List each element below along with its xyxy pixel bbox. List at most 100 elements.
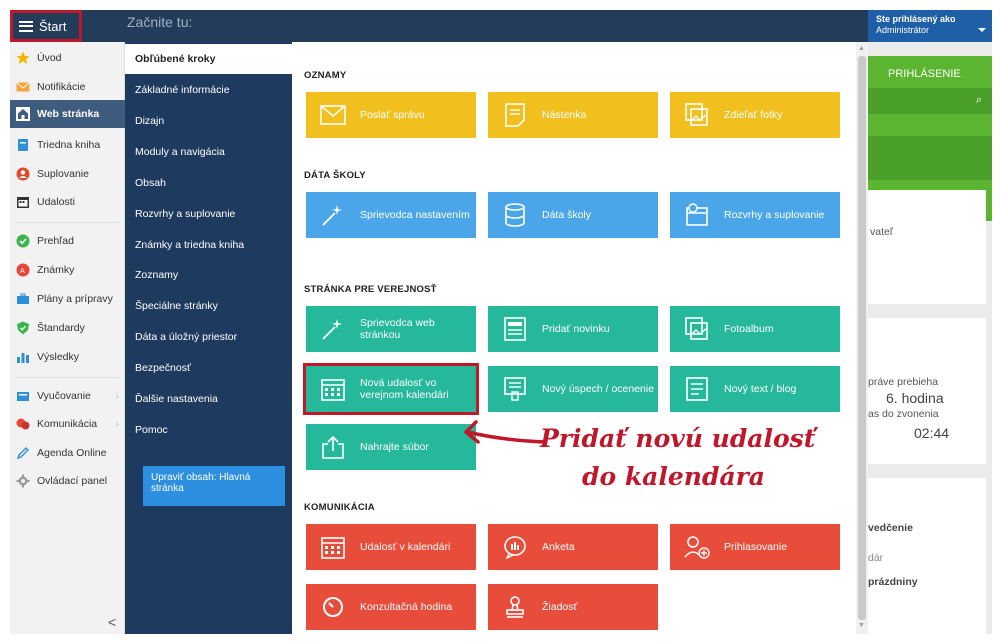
sidebar-item-triedna-kniha[interactable]: Triedna kniha: [10, 131, 125, 159]
sidebar-item-label: Štandardy: [37, 322, 85, 334]
tile-pridat-novinku[interactable]: Pridať novinku: [488, 306, 658, 352]
sidebar-item-agenda[interactable]: Agenda Online: [10, 439, 125, 467]
sidebar-item-vysledky[interactable]: Výsledky: [10, 343, 125, 371]
sidebar-item-znamky[interactable]: A Známky: [10, 256, 125, 284]
callout-text: Pridať novú udalosť: [540, 424, 816, 453]
tile-zdielat-fotky[interactable]: Zdieľať fotky: [670, 92, 840, 138]
login-link[interactable]: PRIHLÁSENIE: [888, 68, 961, 80]
sidebar-item-ovladaci-panel[interactable]: Ovládací panel: [10, 467, 125, 495]
menu-item-oblubene[interactable]: Obľúbené kroky: [125, 44, 292, 74]
favorites-panel: OZNAMY Poslať správu Nástenka Zdieľať fo…: [292, 42, 856, 634]
sidebar-item-uvod[interactable]: Úvod: [10, 44, 125, 72]
chat-icon: [16, 417, 30, 431]
menu-item-dalsie[interactable]: Ďalšie nastavenia: [125, 384, 292, 414]
section-title-data: DÁTA ŠKOLY: [304, 170, 366, 181]
menu-item-zakladne[interactable]: Základné informácie: [125, 75, 292, 105]
tile-label: Nahrajte súbor: [360, 441, 429, 453]
tile-label: Rozvrhy a suplovanie: [724, 209, 825, 221]
envelope-icon: [16, 80, 30, 94]
menu-item-rozvrhy[interactable]: Rozvrhy a suplovanie: [125, 199, 292, 229]
sidebar-item-plany[interactable]: Plány a prípravy: [10, 285, 125, 313]
home-icon: [16, 107, 30, 121]
menu-item-data[interactable]: Dáta a úložný priestor: [125, 322, 292, 352]
tile-sprievodca-web[interactable]: Sprievodca web stránkou: [306, 306, 476, 352]
tile-sprievodca-nastavenim[interactable]: Sprievodca nastavením: [306, 192, 476, 238]
sidebar-item-label: Komunikácia: [37, 418, 98, 430]
tile-rozvrhy[interactable]: Rozvrhy a suplovanie: [670, 192, 840, 238]
sidebar-item-label: Prehľad: [37, 235, 74, 247]
login-user: Administrátor: [876, 25, 930, 35]
sidebar-item-standardy[interactable]: Štandardy: [10, 314, 125, 342]
tile-udalost-kalendar[interactable]: Udalosť v kalendári: [306, 524, 476, 570]
sidebar-item-prehlad[interactable]: Prehľad: [10, 227, 125, 255]
chevron-right-icon: ›: [115, 418, 119, 430]
sidebar-item-suplovanie[interactable]: Suplovanie: [10, 160, 125, 188]
sidebar-item-vyucovanie[interactable]: Vyučovanie ›: [10, 382, 125, 410]
sidebar-item-label: Suplovanie: [37, 168, 89, 180]
menu-item-znamky[interactable]: Známky a triedna kniha: [125, 230, 292, 260]
tile-poslat-spravu[interactable]: Poslať správu: [306, 92, 476, 138]
tile-label: Pridať novinku: [542, 323, 610, 335]
scroll-down-icon[interactable]: ▼: [858, 622, 865, 629]
user-menu[interactable]: Ste prihlásený ako Administrátor: [868, 10, 992, 42]
tile-prihlasovanie[interactable]: Prihlasovanie: [670, 524, 840, 570]
tile-label: Prihlasovanie: [724, 541, 788, 553]
tile-label: Nový úspech / ocenenie: [542, 383, 655, 395]
menu-item-zoznamy[interactable]: Zoznamy: [125, 260, 292, 290]
tile-label: Nová udalosť vo verejnom kalendári: [360, 377, 449, 401]
timer-icon: [320, 594, 346, 620]
photos-icon: [684, 316, 710, 342]
sidebar-item-udalosti[interactable]: Udalosti: [10, 188, 125, 216]
magic-wand-icon: [320, 202, 346, 228]
tile-novy-text[interactable]: Nový text / blog: [670, 366, 840, 412]
menu-item-bezpecnost[interactable]: Bezpečnosť: [125, 353, 292, 383]
scrollbar[interactable]: ▲ ▼: [856, 42, 868, 634]
collapse-sidebar-button[interactable]: <: [108, 614, 116, 630]
search-input[interactable]: Začnite tu:: [127, 14, 192, 30]
bg-text: práve prebieha: [868, 376, 939, 388]
calendar-icon: [320, 534, 346, 560]
bg-text: vateľ: [870, 226, 893, 238]
app-window: Štart Začnite tu: Ste prihlásený ako Adm…: [0, 0, 1000, 644]
menu-item-specialne[interactable]: Špeciálne stránky: [125, 291, 292, 321]
tile-label: Žiadosť: [542, 601, 578, 613]
text-document-icon: [684, 376, 710, 402]
sidebar-item-label: Triedna kniha: [37, 139, 101, 151]
background-search[interactable]: [868, 88, 992, 114]
sidebar-item-komunikacia[interactable]: Komunikácia ›: [10, 410, 125, 438]
start-button[interactable]: Štart: [10, 10, 82, 42]
tile-data-skoly[interactable]: Dáta školy: [488, 192, 658, 238]
tile-konzultacna[interactable]: Konzultačná hodina: [306, 584, 476, 630]
background-page: PRIHLÁSENIE ⌕ vateľ práve prebieha 6. ho…: [868, 42, 992, 634]
tile-fotoalbum[interactable]: Fotoalbum: [670, 306, 840, 352]
tile-novy-uspech[interactable]: Nový úspech / ocenenie: [488, 366, 658, 412]
sidebar-item-label: Ovládací panel: [37, 475, 108, 487]
star-icon: [16, 51, 30, 65]
svg-text:A: A: [20, 267, 25, 275]
bar-chart-icon: [16, 350, 30, 364]
tile-label: Poslať správu: [360, 109, 425, 121]
magic-wand-icon: [320, 316, 346, 342]
gear-icon: [16, 474, 30, 488]
scroll-up-icon[interactable]: ▲: [858, 45, 865, 52]
menu-item-moduly[interactable]: Moduly a navigácia: [125, 137, 292, 167]
sidebar-item-notifikacie[interactable]: Notifikácie: [10, 73, 125, 101]
user-add-icon: [684, 534, 710, 560]
sidebar-item-web-stranka[interactable]: Web stránka: [10, 100, 125, 128]
book-icon: [16, 138, 30, 152]
bg-text: dár: [868, 552, 884, 564]
tile-ziadost[interactable]: Žiadosť: [488, 584, 658, 630]
scroll-thumb[interactable]: [858, 56, 866, 620]
tile-label: Dáta školy: [542, 209, 592, 221]
tile-nastenka[interactable]: Nástenka: [488, 92, 658, 138]
menu-item-obsah[interactable]: Obsah: [125, 168, 292, 198]
photos-icon: [684, 102, 710, 128]
tile-anketa[interactable]: Anketa: [488, 524, 658, 570]
tile-label: Sprievodca nastavením: [360, 209, 470, 221]
grades-icon: A: [16, 263, 30, 277]
tile-nova-udalost[interactable]: Nová udalosť vo verejnom kalendári: [303, 363, 479, 415]
search-icon[interactable]: ⌕: [976, 94, 982, 107]
edit-content-button[interactable]: Upraviť obsah: Hlavná stránka: [143, 466, 285, 506]
menu-item-pomoc[interactable]: Pomoc: [125, 415, 292, 445]
menu-item-dizajn[interactable]: Dizajn: [125, 106, 292, 136]
